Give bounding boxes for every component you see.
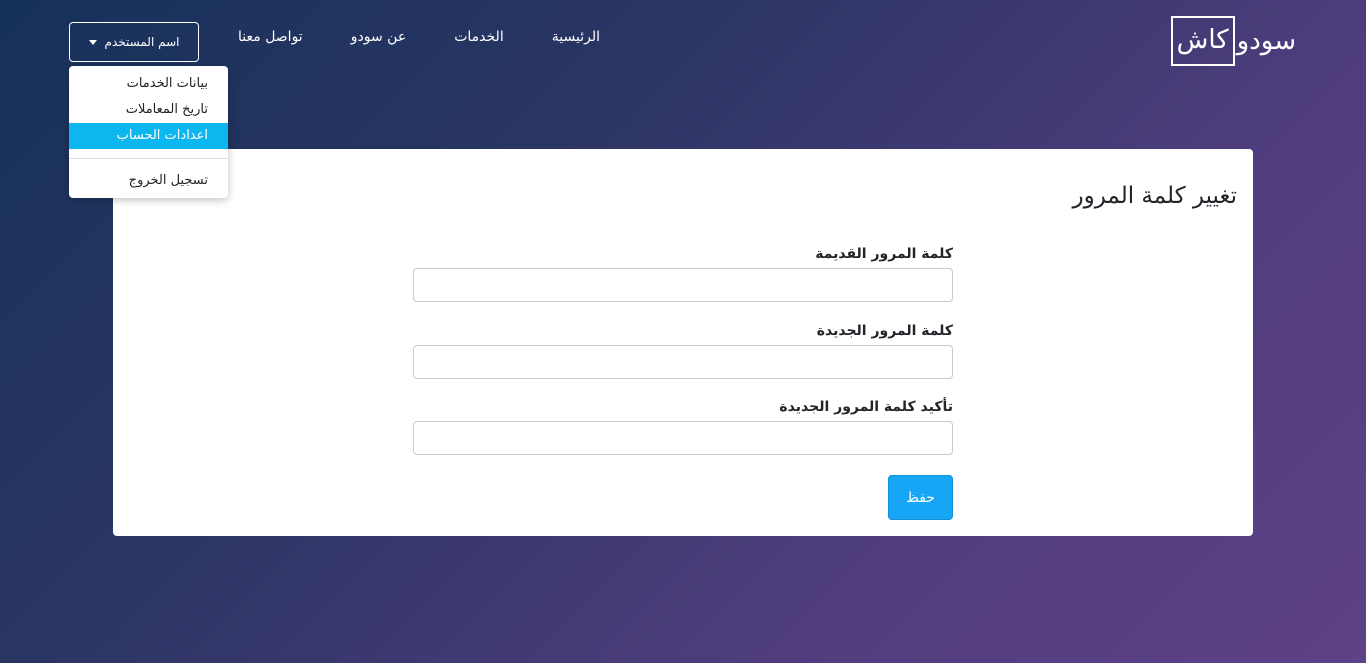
dropdown-item-transaction-history[interactable]: تاريخ المعاملات — [69, 97, 228, 123]
nav-link-services[interactable]: الخدمات — [454, 29, 504, 45]
old-password-group: كلمة المرور القديمة — [413, 246, 953, 302]
dropdown-item-logout[interactable]: تسجيل الخروج — [69, 168, 228, 194]
logo-text-part1: سودو — [1236, 26, 1296, 56]
save-button[interactable]: حفظ — [888, 475, 953, 520]
nav-links: الرئيسية الخدمات عن سودو تواصل معنا — [238, 29, 600, 45]
confirm-password-group: تأكيد كلمة المرور الجديدة — [413, 399, 953, 455]
user-menu-label: اسم المستخدم — [104, 35, 180, 49]
old-password-input[interactable] — [413, 268, 953, 302]
nav-link-contact[interactable]: تواصل معنا — [238, 29, 303, 45]
new-password-label: كلمة المرور الجديدة — [816, 323, 953, 339]
change-password-card: تغيير كلمة المرور كلمة المرور القديمة كل… — [113, 149, 1253, 536]
logo[interactable]: سودو كاش — [1170, 16, 1296, 66]
confirm-password-label: تأكيد كلمة المرور الجديدة — [779, 399, 953, 415]
caret-down-icon — [88, 39, 97, 45]
dropdown-item-services-data[interactable]: بيانات الخدمات — [69, 71, 228, 97]
nav-link-home[interactable]: الرئيسية — [552, 29, 600, 45]
nav-link-about[interactable]: عن سودو — [351, 29, 406, 45]
confirm-password-input[interactable] — [413, 421, 953, 455]
old-password-label: كلمة المرور القديمة — [815, 246, 953, 262]
new-password-input[interactable] — [413, 345, 953, 379]
logo-text-part2: كاش — [1170, 16, 1235, 66]
user-dropdown-menu: بيانات الخدمات تاريخ المعاملات اعدادات ا… — [69, 66, 228, 198]
dropdown-item-account-settings[interactable]: اعدادات الحساب — [69, 123, 228, 149]
page-title: تغيير كلمة المرور — [1072, 183, 1237, 209]
new-password-group: كلمة المرور الجديدة — [413, 323, 953, 379]
user-menu-button[interactable]: اسم المستخدم — [69, 22, 199, 62]
dropdown-divider — [69, 158, 228, 159]
